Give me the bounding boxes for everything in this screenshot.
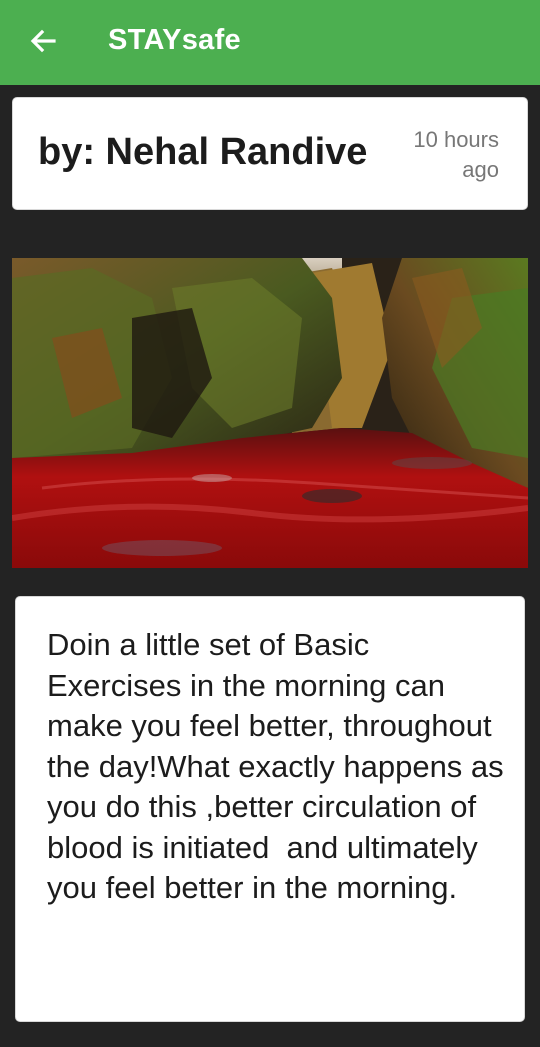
author-name: by: Nehal Randive (38, 131, 368, 173)
post-image (12, 258, 528, 568)
post-body-card: Doin a little set of Basic Exercises in … (15, 596, 525, 1022)
app-title: STAYsafe (108, 24, 241, 56)
back-button[interactable] (22, 22, 64, 64)
post-timestamp: 10 hours ago (413, 127, 499, 182)
app-bar: STAYsafe (0, 0, 540, 85)
post-body-text: Doin a little set of Basic Exercises in … (47, 627, 513, 905)
arrow-left-icon (30, 29, 56, 58)
author-card: by: Nehal Randive 10 hours ago (12, 97, 528, 210)
